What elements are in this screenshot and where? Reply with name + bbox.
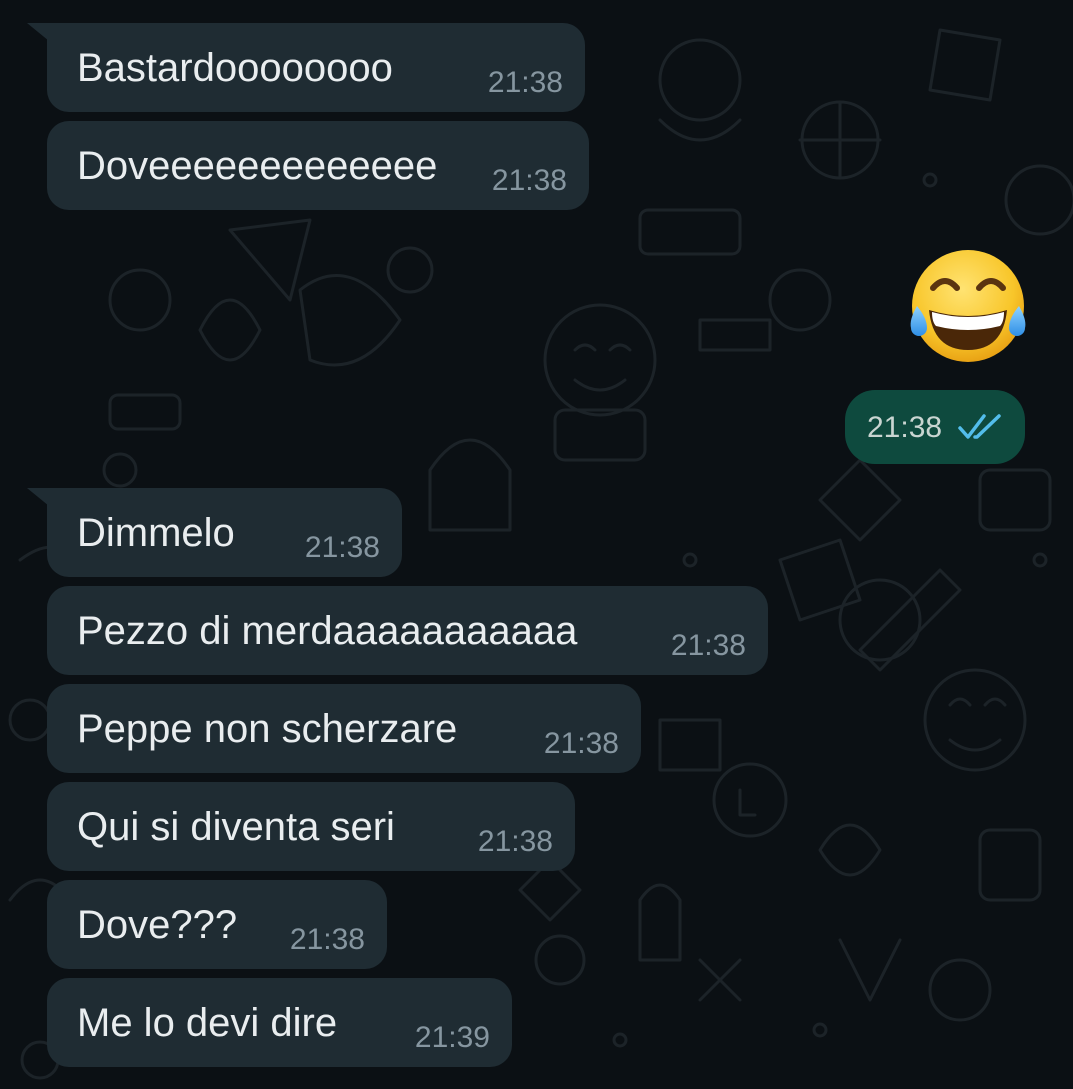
message-text: Peppe non scherzare <box>77 707 458 751</box>
message-text: Dimmelo <box>77 511 235 555</box>
bubble-tail <box>27 23 49 41</box>
incoming-message[interactable]: Qui si diventa seri 21:38 <box>47 782 575 871</box>
message-text: Doveeeeeeeeeeeee <box>77 144 438 188</box>
incoming-message[interactable]: Pezzo di merdaaaaaaaaaaa 21:38 <box>47 586 768 675</box>
face-with-tears-of-joy-emoji[interactable] <box>905 248 1031 368</box>
incoming-message[interactable]: Doveeeeeeeeeeeee 21:38 <box>47 121 589 210</box>
message-timestamp: 21:38 <box>487 66 563 99</box>
bubble-tail <box>27 488 49 506</box>
incoming-message[interactable]: Me lo devi dire 21:39 <box>47 978 512 1067</box>
message-timestamp: 21:38 <box>543 727 619 760</box>
incoming-message[interactable]: Bastardoooooooo 21:38 <box>27 23 585 112</box>
message-timestamp: 21:38 <box>289 923 365 956</box>
message-text: Bastardoooooooo <box>77 46 393 90</box>
message-timestamp: 21:38 <box>477 825 553 858</box>
incoming-message[interactable]: Peppe non scherzare 21:38 <box>47 684 641 773</box>
message-text: Me lo devi dire <box>77 1001 338 1045</box>
outgoing-message[interactable]: 21:38 <box>845 390 1025 464</box>
message-timestamp: 21:38 <box>670 629 746 662</box>
incoming-message[interactable]: Dove??? 21:38 <box>47 880 387 969</box>
message-timestamp: 21:39 <box>414 1021 490 1054</box>
chat-view[interactable]: Bastardoooooooo 21:38 Doveeeeeeeeeeeee 2… <box>0 0 1073 1089</box>
message-timestamp: 21:38 <box>304 531 380 564</box>
message-text: Qui si diventa seri <box>77 805 395 849</box>
message-text: Dove??? <box>77 903 238 947</box>
message-timestamp: 21:38 <box>491 164 567 197</box>
double-check-icon <box>958 414 1001 439</box>
message-text: Pezzo di merdaaaaaaaaaaa <box>77 609 578 653</box>
incoming-message[interactable]: Dimmelo 21:38 <box>27 488 402 577</box>
message-timestamp: 21:38 <box>867 411 943 444</box>
